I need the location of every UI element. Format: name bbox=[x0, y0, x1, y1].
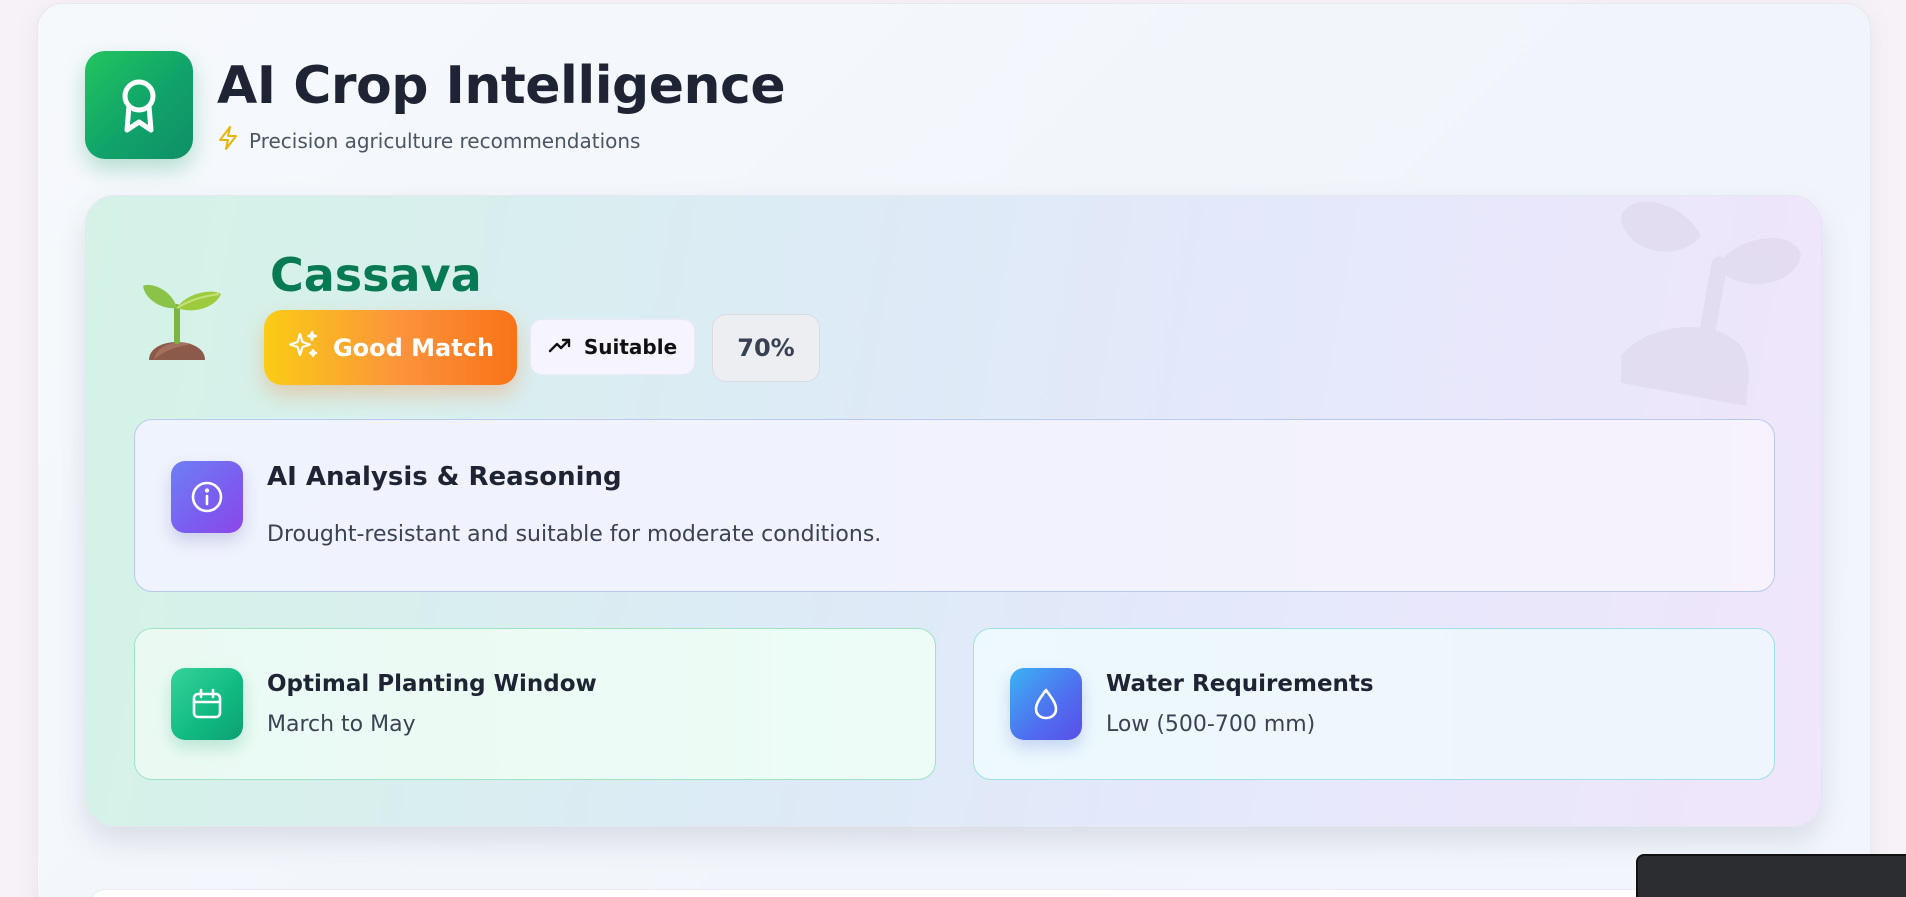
next-section-card bbox=[89, 889, 1829, 897]
water-requirements-section: Water Requirements Low (500-700 mm) bbox=[973, 628, 1775, 780]
planting-title: Optimal Planting Window bbox=[267, 671, 597, 697]
water-drop-icon bbox=[1010, 668, 1082, 740]
analysis-title: AI Analysis & Reasoning bbox=[267, 462, 622, 492]
water-value: Low (500-700 mm) bbox=[1106, 712, 1316, 737]
sparkles-icon bbox=[287, 329, 319, 367]
water-title: Water Requirements bbox=[1106, 671, 1374, 697]
match-score-badge: 70% bbox=[712, 314, 820, 382]
page-title: AI Crop Intelligence bbox=[217, 56, 786, 116]
match-label: Good Match bbox=[332, 333, 495, 362]
subtitle-text: Precision agriculture recommendations bbox=[249, 128, 641, 153]
suitability-label: Suitable bbox=[583, 335, 678, 359]
crop-name: Cassava bbox=[270, 248, 482, 302]
calendar-icon bbox=[171, 668, 243, 740]
video-thumbnail[interactable] bbox=[1636, 854, 1906, 897]
ai-analysis-section: AI Analysis & Reasoning Drought-resistan… bbox=[134, 419, 1775, 592]
analysis-text: Drought-resistant and suitable for moder… bbox=[267, 522, 882, 547]
lightning-bolt-icon bbox=[217, 126, 239, 155]
match-badge: Good Match bbox=[264, 310, 517, 385]
planting-window-section: Optimal Planting Window March to May bbox=[134, 628, 936, 780]
seedling-icon bbox=[141, 274, 227, 364]
suitability-badge: Suitable bbox=[530, 319, 695, 375]
seedling-watermark-icon bbox=[1611, 196, 1821, 430]
trending-up-icon bbox=[548, 335, 572, 359]
info-icon bbox=[171, 461, 243, 533]
award-ribbon-icon bbox=[85, 51, 193, 159]
crop-recommendation-card: Cassava Good Match Suitable 70% AI Analy… bbox=[85, 195, 1822, 827]
planting-value: March to May bbox=[267, 712, 416, 737]
page-subtitle: Precision agriculture recommendations bbox=[217, 126, 640, 155]
